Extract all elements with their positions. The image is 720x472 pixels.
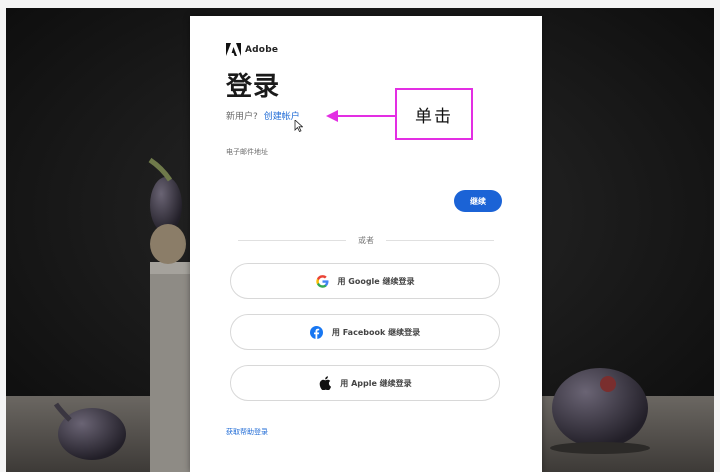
brand: Adobe	[226, 43, 278, 56]
annotation-text: 单击	[415, 106, 453, 127]
annotation-callout: 单击	[395, 88, 473, 140]
adobe-logo-icon	[226, 43, 241, 56]
email-field-label: 电子邮件地址	[226, 148, 268, 156]
google-signin-button[interactable]: 用 Google 继续登录	[230, 263, 500, 299]
facebook-signin-button[interactable]: 用 Facebook 继续登录	[230, 314, 500, 350]
frame-edge-left	[0, 0, 6, 472]
divider-line-left	[238, 239, 346, 241]
help-signin-link[interactable]: 获取帮助登录	[226, 427, 268, 437]
apple-icon	[318, 376, 332, 390]
facebook-signin-label: 用 Facebook 继续登录	[331, 327, 421, 337]
divider-text: 或者	[358, 235, 374, 245]
mouse-pointer-icon	[294, 120, 303, 132]
annotation-arrow-icon	[326, 110, 398, 122]
google-icon	[315, 274, 329, 288]
signup-row: 新用户? 创建帐户	[226, 109, 300, 122]
frame-edge-top	[0, 0, 720, 8]
signin-card: Adobe 登录 新用户? 创建帐户 电子邮件地址 继续 或者 用 Google…	[190, 16, 542, 472]
apple-signin-label: 用 Apple 继续登录	[340, 378, 412, 388]
or-divider: 或者	[238, 234, 494, 246]
signup-question: 新用户?	[226, 112, 258, 122]
apple-signin-button[interactable]: 用 Apple 继续登录	[230, 365, 500, 401]
frame-edge-right	[714, 0, 720, 472]
brand-name: Adobe	[245, 44, 279, 55]
facebook-icon	[310, 325, 324, 339]
page-title: 登录	[226, 72, 281, 102]
continue-button[interactable]: 继续	[454, 190, 502, 212]
google-signin-label: 用 Google 继续登录	[337, 276, 415, 286]
divider-line-right	[386, 239, 494, 241]
